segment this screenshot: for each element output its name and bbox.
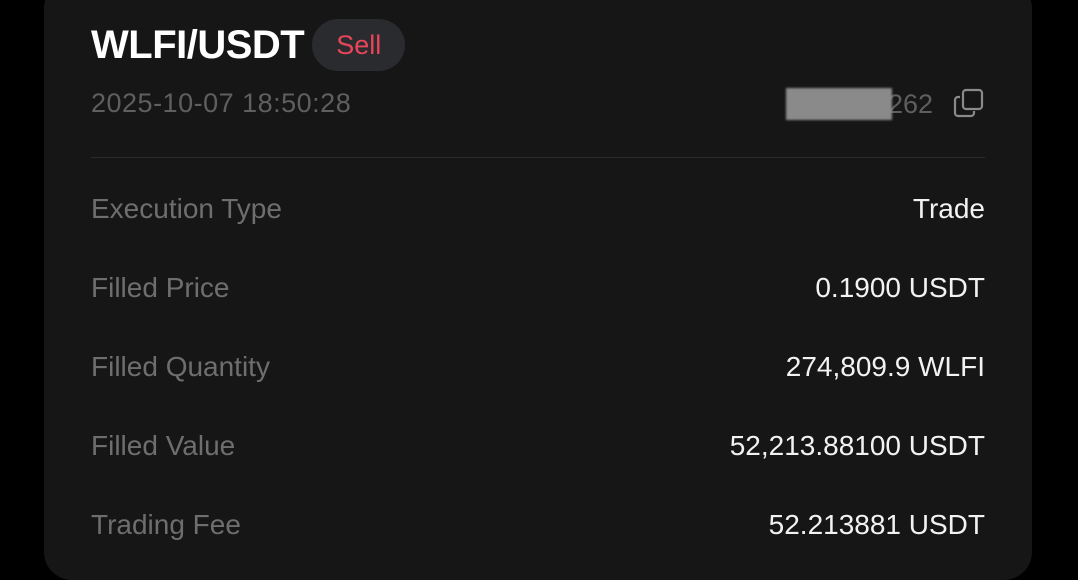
order-id: 262 [785,88,933,120]
pair-title: WLFI/USDT [91,22,305,67]
order-id-redaction [785,88,892,120]
detail-value: 0.1900 USDT [815,272,985,303]
detail-row-filled-price: Filled Price 0.1900 USDT [91,268,985,308]
copy-icon[interactable] [952,86,986,120]
detail-label: Trading Fee [91,509,241,540]
detail-label: Execution Type [91,193,282,224]
order-id-suffix: 262 [887,88,933,119]
detail-label: Filled Price [91,272,230,303]
detail-label: Filled Value [91,430,236,461]
detail-label: Filled Quantity [91,351,270,382]
header-divider [91,157,985,158]
detail-row-trading-fee: Trading Fee 52.213881 USDT [91,505,985,545]
order-header: WLFI/USDT Sell [91,18,406,72]
detail-row-filled-quantity: Filled Quantity 274,809.9 WLFI [91,347,985,387]
detail-value: 52.213881 USDT [768,509,985,540]
detail-row-filled-value: Filled Value 52,213.88100 USDT [91,426,985,466]
detail-value: Trade [912,193,985,224]
side-badge: Sell [312,19,406,71]
detail-value: 274,809.9 WLFI [785,351,985,382]
detail-value: 52,213.88100 USDT [729,430,985,461]
detail-row-execution-type: Execution Type Trade [91,189,985,229]
order-timestamp: 2025-10-07 18:50:28 [91,88,352,118]
